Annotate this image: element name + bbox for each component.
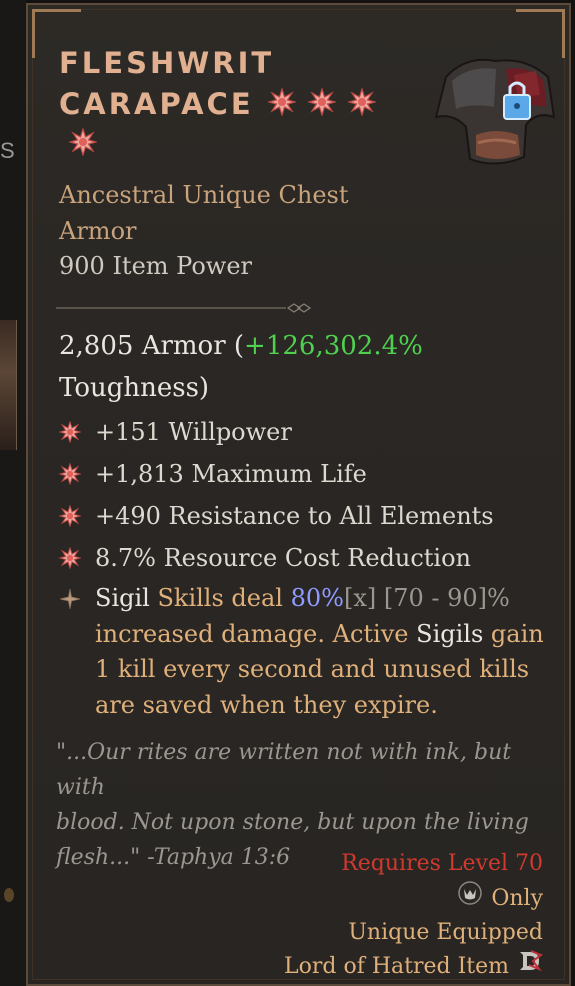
affix-text: 8.7% Resource Cost Reduction: [95, 544, 472, 572]
background-letter: S: [0, 138, 15, 163]
item-name-line1: FLESHWRIT: [59, 46, 275, 80]
affix-text: +490 Resistance to All Elements: [95, 502, 494, 530]
affix-row: +151 Willpower: [59, 411, 549, 453]
class-restriction-text: Only: [491, 885, 543, 911]
affix-bullet-icon: [59, 453, 95, 495]
unique-power: Sigil Skills deal 80%[x] [70 - 90]% incr…: [59, 581, 549, 723]
unique-power-icon: [59, 581, 95, 616]
background-ornament: [4, 888, 14, 902]
expansion-logo-icon: [517, 949, 544, 983]
armor-value: 2,805 Armor (: [59, 331, 245, 361]
item-image: [426, 47, 560, 175]
affix-row: +490 Resistance to All Elements: [59, 495, 549, 537]
requirements: Requires Level 70 Only Unique Equipped L…: [284, 847, 544, 983]
affix-row: 8.7% Resource Cost Reduction: [59, 537, 549, 579]
affix-text: +151 Willpower: [95, 418, 292, 446]
unique-equipped: Unique Equipped: [348, 920, 543, 945]
affix-text: +1,813 Maximum Life: [95, 460, 367, 488]
section-divider: [56, 303, 312, 313]
quality-star-icon: [346, 86, 377, 127]
item-name-line2: CARAPACE: [59, 84, 419, 127]
class-icon: [457, 880, 483, 916]
class-restriction: Only: [284, 880, 543, 916]
required-level: Requires Level 70: [341, 851, 543, 876]
quality-star-row: [59, 125, 419, 168]
background-item-thumbnail: [0, 320, 17, 450]
item-rarity-line2: Armor: [59, 217, 137, 245]
affix-bullet-icon: [59, 537, 95, 579]
quality-star-icon: [306, 86, 337, 127]
quality-star-icon: [266, 86, 297, 127]
item-name: FLESHWRIT CARAPACE: [59, 43, 419, 167]
affix-row: +1,813 Maximum Life: [59, 453, 549, 495]
affix-bullet-icon: [59, 495, 95, 537]
affix-bullet-icon: [59, 411, 95, 453]
expansion-item-text: Lord of Hatred Item: [284, 953, 509, 979]
quality-star-icon: [67, 126, 99, 167]
armor-suffix: Toughness): [59, 373, 210, 403]
expansion-item: Lord of Hatred Item: [284, 949, 544, 983]
armor-stat: 2,805 Armor (+126,302.4% Toughness): [59, 325, 539, 409]
item-rarity-line1: Ancestral Unique Chest: [59, 181, 349, 209]
armor-bonus: +126,302.4%: [244, 331, 423, 361]
item-power: 900 Item Power: [59, 252, 252, 280]
item-rarity-type: Ancestral Unique Chest Armor: [59, 177, 348, 249]
item-tooltip: FLESHWRIT CARAPACE Ancestral Unique Ches…: [26, 3, 571, 986]
affix-list: +151 Willpower +1,813 Maximum Life +490 …: [59, 411, 549, 579]
game-background: S: [0, 0, 26, 986]
